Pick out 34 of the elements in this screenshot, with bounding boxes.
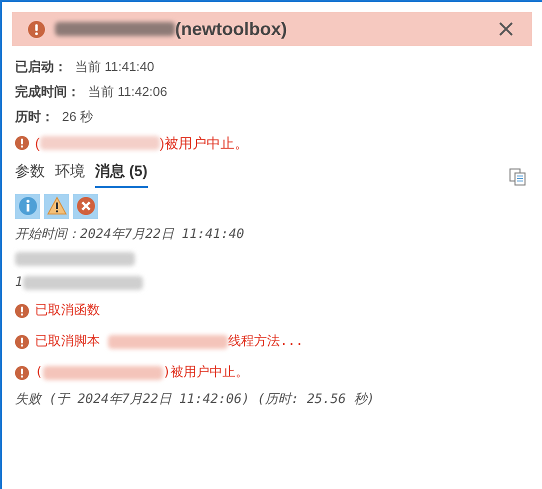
detail-label: 历时：	[15, 108, 54, 126]
message-text: 线程方法...	[228, 332, 304, 351]
filter-toggle[interactable]	[44, 194, 69, 218]
close-icon	[499, 22, 513, 36]
message-text: 已取消脚本	[35, 332, 101, 351]
message-text: (newtoolbox)	[175, 18, 287, 41]
copy-button[interactable]	[509, 168, 527, 186]
exclamation-icon	[15, 366, 29, 380]
exclamation-icon	[15, 136, 29, 150]
exclamation-icon	[15, 304, 29, 318]
message-text: (	[35, 364, 43, 382]
detail-value: 当前 11:41:40	[75, 58, 154, 76]
message-text: 开始时间：2024年7月22日 11:41:40	[15, 226, 244, 244]
message-text: )被用户中止。	[162, 364, 249, 382]
detail-value: 当前 11:42:06	[88, 83, 168, 102]
copy-icon	[509, 168, 527, 186]
message-text: 已取消函数	[35, 302, 100, 320]
filter-toggle[interactable]	[15, 194, 40, 218]
message-text: )被用户中止。	[160, 134, 248, 153]
exclamation-icon	[15, 334, 29, 348]
exclamation-icon	[28, 20, 45, 38]
message-text: 失败 (于 2024年7月22日 11:42:06) (历时: 25.56 秒)	[15, 391, 375, 410]
message-text: 1	[15, 274, 23, 292]
message-text: (	[35, 134, 40, 153]
info-icon	[18, 196, 38, 216]
tab[interactable]: 参数	[15, 161, 45, 188]
tab[interactable]: 消息 (5)	[95, 161, 148, 188]
detail-value: 26 秒	[62, 108, 94, 126]
close-circle-icon	[76, 196, 96, 216]
detail-label: 已启动：	[15, 58, 67, 76]
warning-icon	[46, 196, 66, 216]
detail-label: 完成时间：	[15, 83, 80, 102]
filter-toggle[interactable]	[73, 194, 98, 218]
tab[interactable]: 环境	[55, 161, 85, 188]
